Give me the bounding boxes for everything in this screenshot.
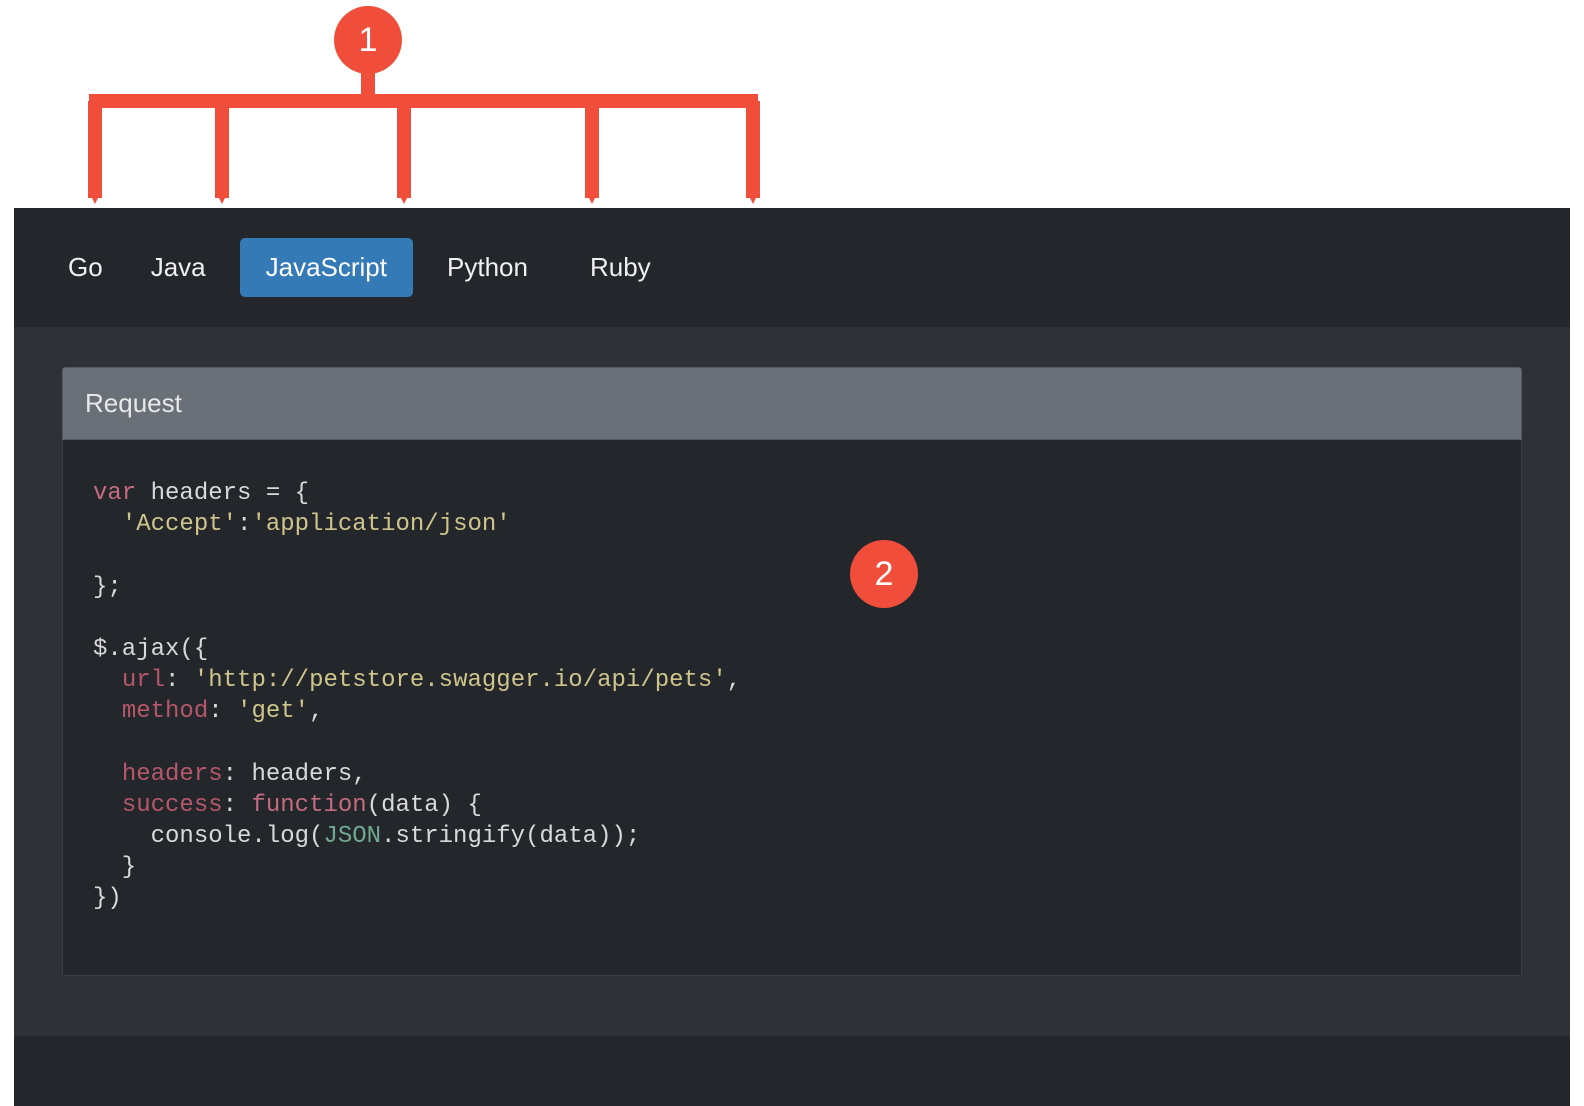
tab-label: Java	[151, 252, 206, 282]
language-tab-bar: Go Java JavaScript Python Ruby	[14, 208, 1570, 327]
tab-label: JavaScript	[266, 252, 387, 282]
callout-arrows	[0, 0, 1584, 225]
code-token: 'http://petstore.swagger.io/api/pets'	[194, 667, 727, 694]
tab-java[interactable]: Java	[123, 240, 234, 295]
tab-go[interactable]: Go	[54, 240, 117, 295]
tab-python[interactable]: Python	[419, 240, 556, 295]
code-token: :	[165, 667, 194, 694]
code-token: url	[122, 667, 165, 694]
content-area: Request var headers = { 'Accept':'applic…	[14, 327, 1570, 1036]
api-docs-panel: Go Java JavaScript Python Ruby Request var h…	[14, 208, 1570, 1106]
section-header-title: Request	[85, 388, 182, 418]
code-token: JSON	[323, 823, 381, 850]
callout-badge-2-label: 2	[875, 555, 894, 594]
callout-badge-1: 1	[334, 6, 402, 74]
callout-badge-1-label: 1	[359, 21, 378, 60]
code-token: var	[93, 480, 136, 507]
code-token: 'Accept'	[122, 511, 237, 538]
code-token: :	[237, 511, 251, 538]
code-token: :	[223, 792, 252, 819]
tab-label: Go	[68, 252, 103, 282]
code-token: method	[122, 698, 208, 725]
callout-badge-2: 2	[850, 540, 918, 608]
code-token: headers	[122, 761, 223, 788]
tab-label: Ruby	[590, 252, 651, 282]
code-token: :	[208, 698, 237, 725]
code-token: function	[251, 792, 366, 819]
tab-label: Python	[447, 252, 528, 282]
code-sample: var headers = { 'Accept':'application/js…	[62, 440, 1522, 976]
annotation-area: 1	[0, 0, 1584, 208]
code-token: success	[122, 792, 223, 819]
section-header-request: Request	[62, 367, 1522, 440]
code-token: 'application/json'	[251, 511, 510, 538]
tab-javascript[interactable]: JavaScript	[240, 238, 413, 297]
tab-ruby[interactable]: Ruby	[562, 240, 679, 295]
code-token: 'get'	[237, 698, 309, 725]
